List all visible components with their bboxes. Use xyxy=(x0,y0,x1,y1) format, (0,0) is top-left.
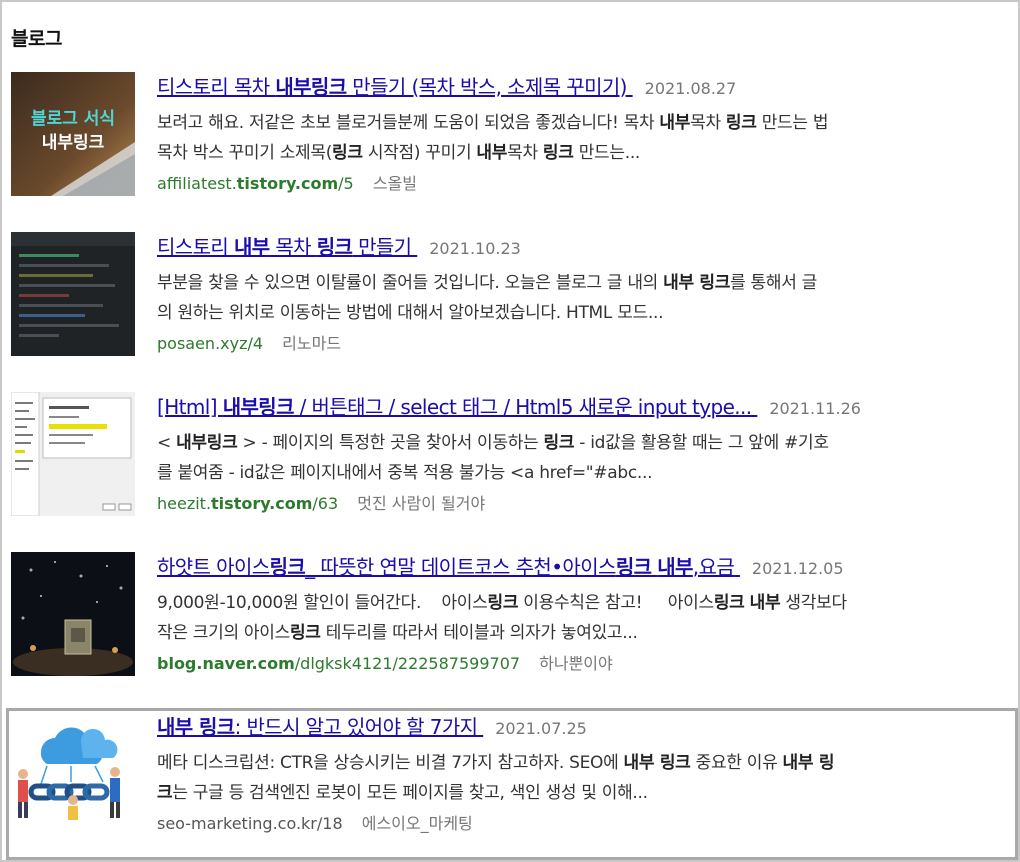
thumb-text-2: 내부링크 xyxy=(42,133,105,153)
result-thumbnail[interactable] xyxy=(11,552,135,676)
result-author[interactable]: 리노마드 xyxy=(282,334,341,353)
result-date: 2021.11.26 xyxy=(769,399,861,418)
result-url[interactable]: affiliatest.tistory.com/5 xyxy=(157,174,354,193)
result-snippet: < 내부링크 > - 페이지의 특정한 곳을 찾아서 이동하는 링크 - id값… xyxy=(157,433,829,483)
selected-result-highlight xyxy=(6,708,1018,860)
result-title-link[interactable]: [Html] 내부링크 / 버튼태그 / select 태그 / Html5 새… xyxy=(157,395,757,419)
result-snippet: 9,000원-10,000원 할인이 들어간다. 아이스링크 이용수칙은 참고!… xyxy=(157,593,847,643)
title-text: 티스토리 목차 xyxy=(157,75,276,99)
result-url[interactable]: heezit.tistory.com/63 xyxy=(157,494,338,513)
result-title-link[interactable]: 티스토리 목차 내부링크 만들기 (목차 박스, 소제목 꾸미기) xyxy=(157,75,633,99)
result-author[interactable]: 하나뿐이야 xyxy=(539,654,613,673)
result-url[interactable]: posaen.xyz/4 xyxy=(157,334,263,353)
result-date: 2021.10.23 xyxy=(429,239,521,258)
result-thumbnail[interactable] xyxy=(11,392,135,516)
result-author[interactable]: 스올빌 xyxy=(373,174,417,193)
result-snippet: 보려고 해요. 저같은 초보 블로거들분께 도움이 되었음 좋겠습니다! 목차 … xyxy=(157,113,829,163)
result-title-link[interactable]: 하얏트 아이스링크_ 따뜻한 연말 데이트코스 추천•아이스링크 내부,요금 xyxy=(157,555,740,579)
result-item: [Html] 내부링크 / 버튼태그 / select 태그 / Html5 새… xyxy=(11,392,1001,524)
thumb-text-1: 블로그 서식 xyxy=(31,109,115,129)
result-date: 2021.08.27 xyxy=(644,79,737,98)
result-thumbnail[interactable] xyxy=(11,232,135,356)
result-item: 하얏트 아이스링크_ 따뜻한 연말 데이트코스 추천•아이스링크 내부,요금 2… xyxy=(11,552,1001,684)
result-snippet: 부분을 찾을 수 있으면 이탈률이 줄어들 것입니다. 오늘은 블로그 글 내의… xyxy=(157,273,818,323)
title-highlight: 내부링크 xyxy=(275,75,347,99)
result-date: 2021.12.05 xyxy=(751,559,844,578)
result-thumbnail[interactable]: 블로그 서식 내부링크 xyxy=(11,72,135,196)
result-url[interactable]: blog.naver.com/dlgksk4121/222587599707 xyxy=(157,654,520,673)
section-title: 블로그 xyxy=(11,28,62,50)
title-text: 만들기 (목차 박스, 소제목 꾸미기) xyxy=(346,75,627,99)
result-item: 블로그 서식 내부링크 티스토리 목차 내부링크 만들기 (목차 박스, 소제목… xyxy=(11,72,1001,204)
result-author[interactable]: 멋진 사람이 될거야 xyxy=(357,494,485,513)
result-title-link[interactable]: 티스토리 내부 목차 링크 만들기 xyxy=(157,235,417,259)
search-panel: 블로그 블로그 서식 내부링크 티스토리 목차 내부링크 만들기 (목차 박스,… xyxy=(0,0,1020,862)
result-item: 티스토리 내부 목차 링크 만들기 2021.10.23 부분을 찾을 수 있으… xyxy=(11,232,1001,364)
